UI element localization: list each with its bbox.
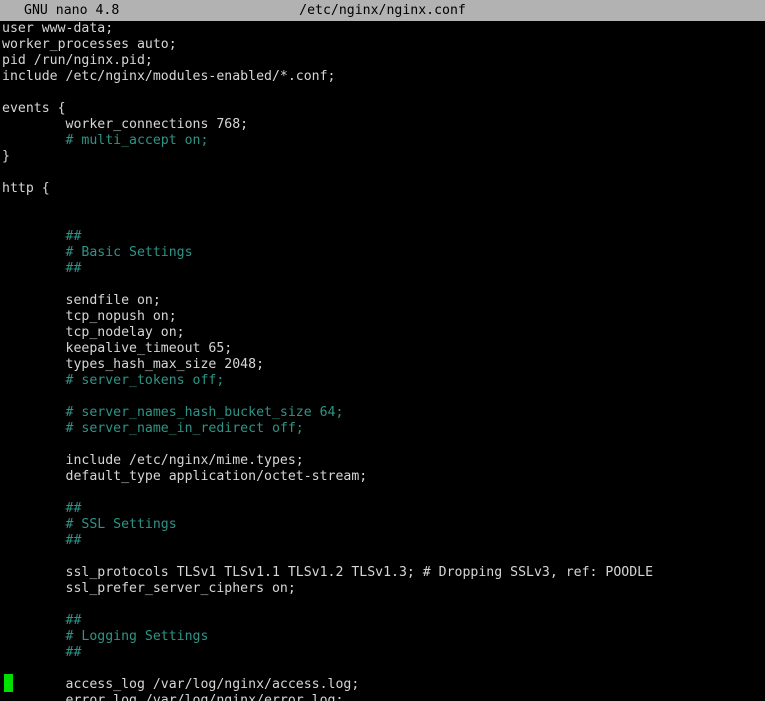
editor-line: default_type application/octet-stream; — [0, 469, 765, 485]
editor-line: tcp_nopush on; — [0, 309, 765, 325]
editor-line: include /etc/nginx/mime.types; — [0, 453, 765, 469]
editor-line: # server_name_in_redirect off; — [0, 421, 765, 437]
editor-line: access_log /var/log/nginx/access.log; — [0, 677, 765, 693]
editor-line: ## — [0, 645, 765, 661]
editor-line: # SSL Settings — [0, 517, 765, 533]
editor-line: include /etc/nginx/modules-enabled/*.con… — [0, 69, 765, 85]
editor-line: ssl_protocols TLSv1 TLSv1.1 TLSv1.2 TLSv… — [0, 565, 765, 581]
nano-filename-label: /etc/nginx/nginx.conf — [0, 0, 765, 21]
editor-line: pid /run/nginx.pid; — [0, 53, 765, 69]
editor-line — [0, 597, 765, 613]
editor-line — [0, 389, 765, 405]
editor-line: } — [0, 149, 765, 165]
editor-line: ssl_prefer_server_ciphers on; — [0, 581, 765, 597]
editor-line: # server_tokens off; — [0, 373, 765, 389]
editor-line — [0, 485, 765, 501]
editor-line: ## — [0, 613, 765, 629]
editor-line: ## — [0, 501, 765, 517]
editor-line: # Logging Settings — [0, 629, 765, 645]
editor-line: # multi_accept on; — [0, 133, 765, 149]
terminal-window: GNU nano 4.8 /etc/nginx/nginx.conf user … — [0, 0, 765, 701]
editor-line — [0, 549, 765, 565]
editor-line — [0, 661, 765, 677]
editor-line — [0, 437, 765, 453]
editor-line: # server_names_hash_bucket_size 64; — [0, 405, 765, 421]
editor-line: user www-data; — [0, 21, 765, 37]
editor-line: sendfile on; — [0, 293, 765, 309]
editor-line: # Basic Settings — [0, 245, 765, 261]
editor-line — [0, 197, 765, 213]
editor-line: events { — [0, 101, 765, 117]
editor-line: worker_processes auto; — [0, 37, 765, 53]
editor-line: ## — [0, 229, 765, 245]
editor-line: worker_connections 768; — [0, 117, 765, 133]
editor-line — [0, 165, 765, 181]
editor-line: tcp_nodelay on; — [0, 325, 765, 341]
nano-editor-area[interactable]: user www-data;worker_processes auto;pid … — [0, 21, 765, 701]
text-cursor — [4, 674, 13, 692]
editor-line — [0, 277, 765, 293]
editor-line: keepalive_timeout 65; — [0, 341, 765, 357]
editor-line: http { — [0, 181, 765, 197]
editor-line — [0, 85, 765, 101]
editor-line: types_hash_max_size 2048; — [0, 357, 765, 373]
editor-line: error_log /var/log/nginx/error.log; — [0, 693, 765, 701]
editor-line: ## — [0, 261, 765, 277]
nano-title-bar: GNU nano 4.8 /etc/nginx/nginx.conf — [0, 0, 765, 21]
editor-line — [0, 213, 765, 229]
editor-line: ## — [0, 533, 765, 549]
